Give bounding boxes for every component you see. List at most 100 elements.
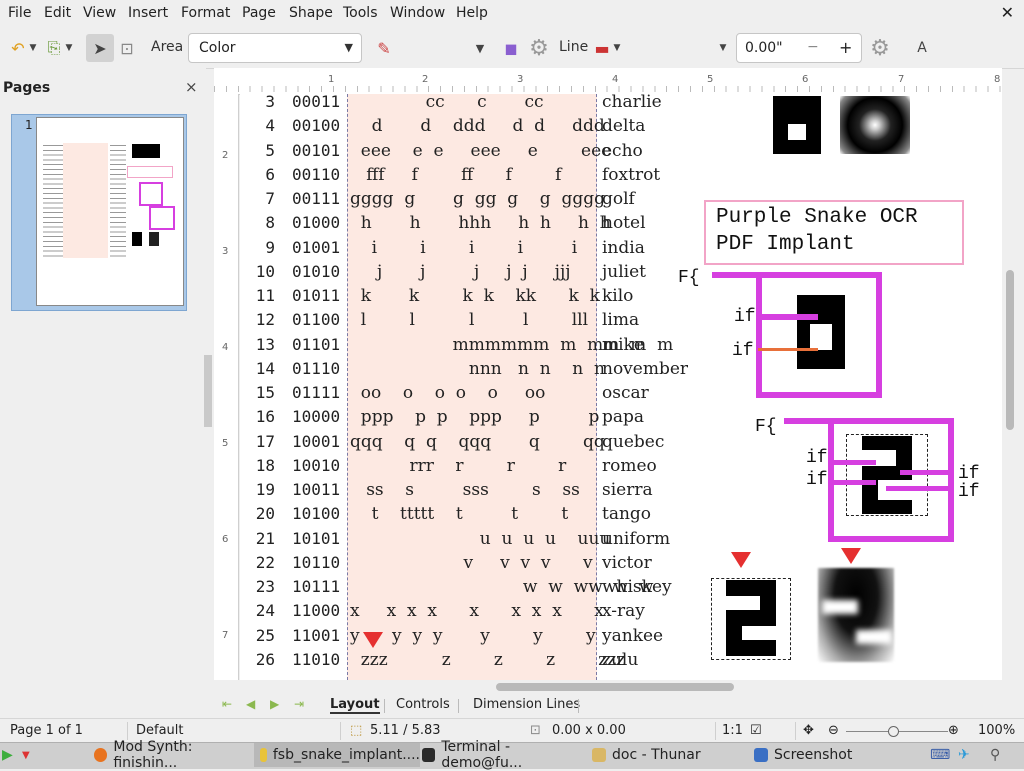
menu-format[interactable]: Format: [181, 5, 230, 21]
row-word: tango: [602, 504, 652, 524]
status-scale[interactable]: 1:1: [722, 723, 743, 738]
vertical-ruler[interactable]: 2 3 4 5 6 7: [214, 94, 239, 680]
code-label-f-open-2: F{: [755, 417, 777, 437]
vertical-scrollbar-thumb[interactable]: [1006, 270, 1014, 430]
taskbar-item-label: Screenshot: [774, 747, 853, 763]
status-style[interactable]: Default: [136, 723, 184, 738]
row-binary-code: 01100: [292, 310, 341, 329]
row-glyph-pattern: eee e e eee e eee: [350, 141, 612, 161]
fontwork-icon[interactable]: A: [908, 34, 936, 62]
glyph-z-part: [862, 500, 912, 514]
row-number: 16: [255, 407, 275, 426]
area-settings-gear-icon[interactable]: ⚙: [525, 34, 553, 62]
code-label-if: if: [806, 470, 828, 490]
horizontal-ruler[interactable]: 1 2 3 4 5 6 7 8: [214, 68, 1002, 95]
row-glyph-pattern: d d ddd d d ddd: [350, 116, 605, 136]
row-glyph-pattern: qqq q q qqq q qq: [350, 432, 605, 452]
row-glyph-pattern: t ttttt t t t: [350, 504, 569, 524]
row-number: 3: [265, 92, 275, 111]
line-label: Line: [559, 39, 589, 55]
line-style-dropdown-icon[interactable]: ▼: [716, 34, 730, 62]
row-glyph-pattern: x x x x x x x x x: [350, 601, 604, 621]
status-separator: [340, 722, 341, 740]
line-width-minus-button[interactable]: −: [807, 39, 819, 55]
code-label-if: if: [734, 307, 756, 327]
menu-window[interactable]: Window: [390, 5, 445, 21]
taskbar-item-terminal[interactable]: Terminal - demo@fu...: [418, 739, 588, 771]
row-glyph-pattern: l l l l lll: [350, 310, 588, 330]
panel-splitter-handle[interactable]: [204, 355, 212, 427]
menu-page[interactable]: Page: [242, 5, 276, 21]
shadow-icon[interactable]: ◼: [497, 34, 525, 62]
close-panel-icon[interactable]: ×: [185, 78, 198, 96]
row-glyph-pattern: k k k k kk k k: [350, 286, 600, 306]
undo-dropdown-icon[interactable]: ▼: [26, 34, 40, 62]
row-binary-code: 00101: [292, 141, 341, 160]
zoom-in-icon[interactable]: ⊕: [948, 723, 959, 738]
row-word: charlie: [602, 92, 662, 112]
taskbar-item-thunar[interactable]: doc - Thunar: [588, 743, 742, 767]
snake-segment: [948, 418, 954, 542]
row-binary-code: 11001: [292, 626, 341, 645]
thumbnail-z-glyph: [132, 232, 142, 246]
start-menu-dropdown-icon[interactable]: ▼: [22, 743, 30, 767]
horizontal-scrollbar-thumb[interactable]: [496, 683, 734, 691]
code-label-if: if: [806, 448, 828, 468]
next-tab-icon[interactable]: ▶: [270, 697, 279, 711]
taskbar-item-firefox[interactable]: Mod Synth: finishin...: [90, 739, 254, 771]
document-modified-icon[interactable]: ☑: [750, 723, 762, 738]
line-width-spinbox[interactable]: 0.00" − +: [736, 33, 862, 63]
ocr-title-box[interactable]: Purple Snake OCR PDF Implant: [704, 200, 964, 265]
row-number: 12: [255, 310, 275, 329]
tab-separator: [578, 699, 579, 713]
status-separator: [715, 722, 716, 740]
previous-tab-icon[interactable]: ◀: [246, 697, 255, 711]
menu-help[interactable]: Help: [456, 5, 488, 21]
line-color-dropdown-icon[interactable]: ▼: [610, 34, 624, 62]
row-binary-code: 11000: [292, 601, 341, 620]
start-menu-icon[interactable]: ▶: [2, 743, 13, 767]
select-pointer-icon[interactable]: ➤: [86, 34, 114, 62]
paste-dropdown-icon[interactable]: ▼: [62, 34, 76, 62]
taskbar-item-document[interactable]: fsb_snake_implant....: [254, 743, 420, 767]
menu-insert[interactable]: Insert: [128, 5, 168, 21]
row-word: zulu: [602, 650, 639, 670]
snake-segment: [900, 470, 950, 475]
tab-controls[interactable]: Controls: [396, 697, 450, 712]
row-binary-code: 01001: [292, 238, 341, 257]
first-tab-icon[interactable]: ⇤: [222, 697, 232, 711]
zoom-out-icon[interactable]: ⊖: [828, 723, 839, 738]
close-document-icon[interactable]: ✕: [1001, 3, 1014, 22]
fill-color-dropdown-icon[interactable]: ▼: [466, 34, 494, 62]
row-binary-code: 00100: [292, 116, 341, 135]
ocr-title-line2: PDF Implant: [716, 233, 855, 256]
tab-dimension-lines[interactable]: Dimension Lines: [473, 697, 580, 712]
glyph-a-hole-large: [810, 324, 832, 350]
fill-bucket-icon[interactable]: ✎: [370, 34, 398, 62]
code-label-f-open: F{: [678, 268, 700, 288]
line-settings-gear-icon[interactable]: ⚙: [866, 34, 894, 62]
menu-shape[interactable]: Shape: [289, 5, 333, 21]
zoom-slider-handle[interactable]: [888, 726, 899, 737]
points-icon[interactable]: ⊡: [113, 34, 141, 62]
taskbar-item-screenshot[interactable]: Screenshot: [750, 743, 904, 767]
row-number: 25: [255, 626, 275, 645]
keyboard-icon[interactable]: ⌨: [930, 743, 950, 767]
menu-view[interactable]: View: [83, 5, 116, 21]
menu-file[interactable]: File: [8, 5, 31, 21]
network-icon[interactable]: ⚲: [990, 743, 1000, 767]
line-width-plus-button[interactable]: +: [839, 38, 852, 57]
row-binary-code: 01000: [292, 213, 341, 232]
telegram-icon[interactable]: ✈: [958, 743, 970, 767]
menu-edit[interactable]: Edit: [44, 5, 71, 21]
row-glyph-pattern: gggg g g gg g g gggg: [350, 189, 606, 209]
menu-tools[interactable]: Tools: [343, 5, 378, 21]
thumbnail-magenta-box: [139, 182, 163, 206]
fit-page-icon[interactable]: ✥: [803, 723, 814, 738]
last-tab-icon[interactable]: ⇥: [294, 697, 304, 711]
snake-segment: [758, 314, 818, 320]
thumbnail-ocr-box: [127, 166, 173, 178]
area-fill-select[interactable]: Color ▼: [188, 33, 362, 63]
zoom-level[interactable]: 100%: [978, 723, 1015, 738]
tab-layout[interactable]: Layout: [330, 697, 380, 714]
